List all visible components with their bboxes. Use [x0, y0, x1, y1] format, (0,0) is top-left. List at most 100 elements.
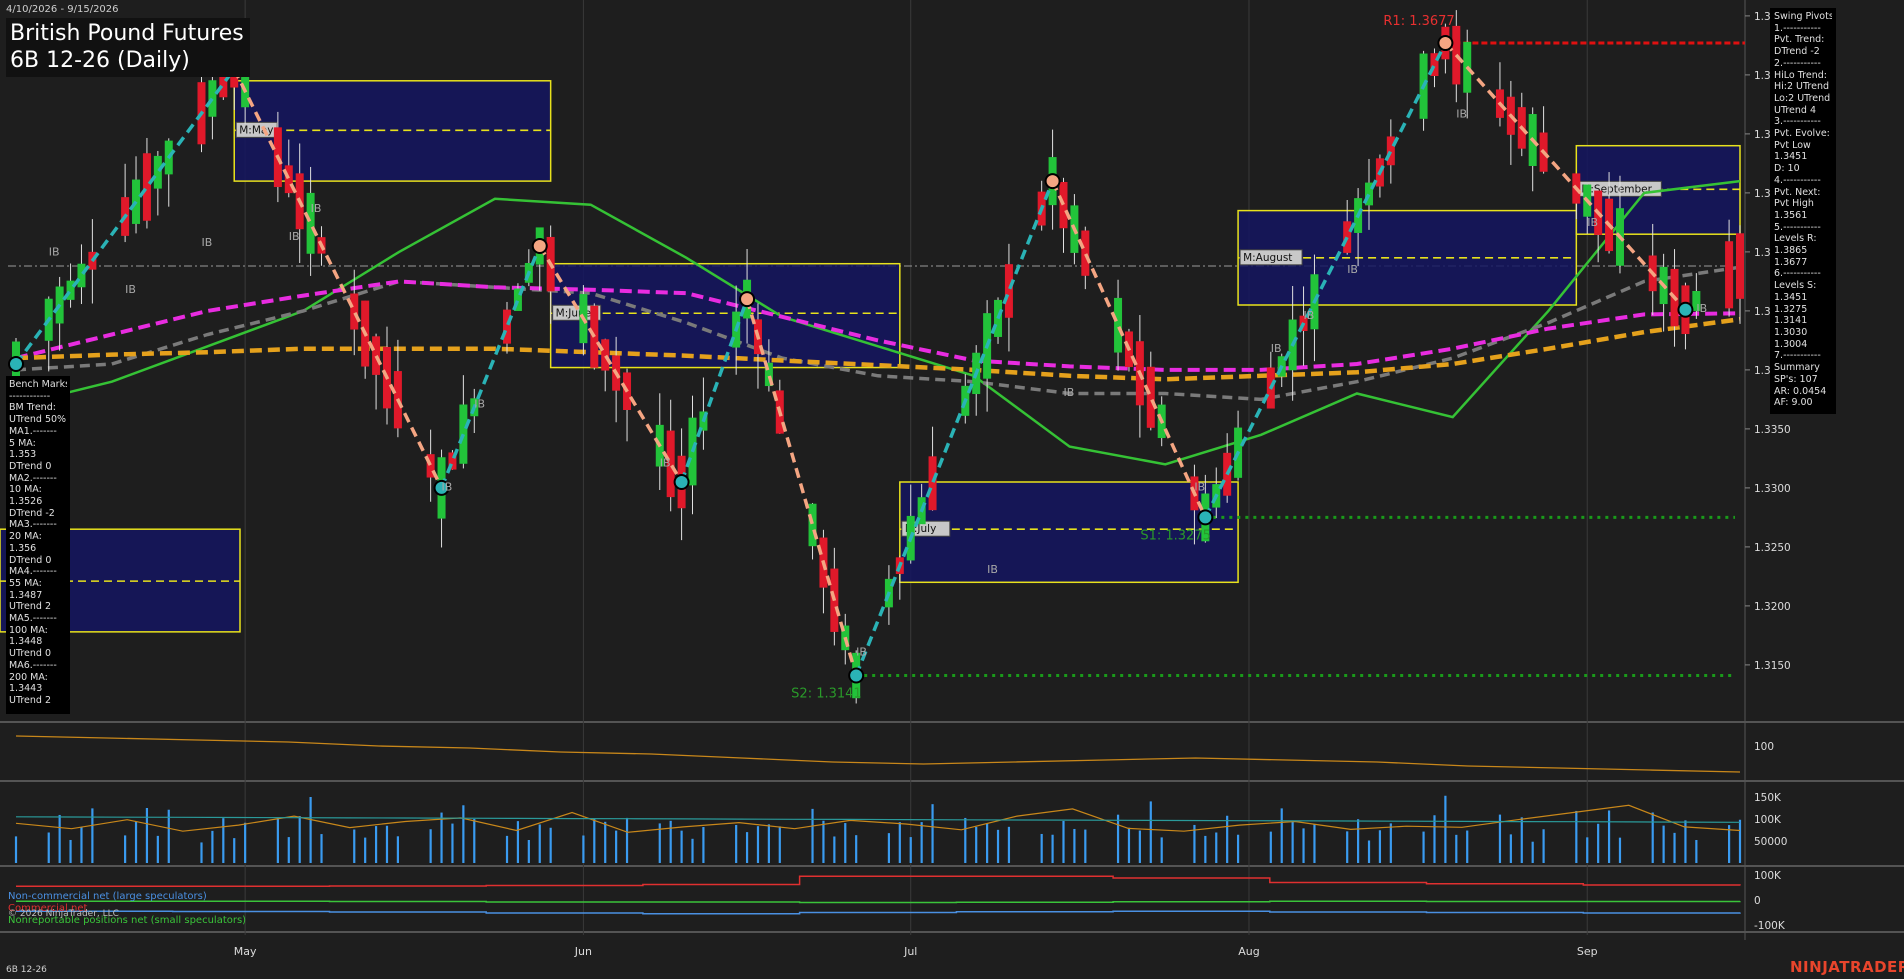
oscillator-tick-label: 100	[1754, 741, 1774, 753]
benchmark-line: MA2.-------	[9, 472, 57, 484]
month-box-label: M:August	[1243, 252, 1292, 264]
benchmark-line: UTrend 2	[9, 694, 52, 706]
candle-body	[1386, 136, 1395, 166]
ib-marker: IB	[1347, 263, 1358, 276]
candle-body	[1081, 230, 1090, 276]
copyright: © 2026 NinjaTrader, LLC	[8, 909, 119, 919]
candle-body	[1059, 181, 1068, 229]
benchmark-line: DTrend 0	[9, 460, 52, 472]
swing-pivot-point	[1677, 301, 1694, 318]
swing-pivot-line: Levels R:	[1774, 233, 1817, 245]
cot-tick-label: 100K	[1754, 870, 1782, 882]
ib-marker: IB	[201, 236, 212, 249]
swing-pivot-line: Pvt. Next:	[1774, 186, 1821, 198]
swing-pivot-line: 3.-----------	[1774, 116, 1821, 128]
candle-body	[142, 153, 151, 221]
ib-marker: IB	[1696, 302, 1707, 315]
ib-marker: IB	[311, 202, 322, 215]
swing-pivot-line: 2.-----------	[1774, 57, 1821, 69]
benchmark-line: 55 MA:	[9, 577, 42, 589]
benchmark-line: MA1.-------	[9, 425, 57, 437]
x-axis: May Jun Jul Aug Sep	[234, 945, 1598, 958]
candle-body	[153, 155, 162, 189]
benchmark-line: MA3.-------	[9, 519, 57, 531]
ib-marker: IB	[856, 645, 867, 658]
benchmark-line: 200 MA:	[9, 671, 48, 683]
swing-pivot-point	[1197, 509, 1214, 526]
swing-pivot-line: Summary	[1774, 362, 1820, 374]
candle-body	[208, 80, 217, 117]
y-tick-label: 1.3300	[1754, 483, 1791, 495]
benchmark-line: MA6.-------	[9, 659, 57, 671]
instrument-name: British Pound Futures	[10, 21, 244, 46]
benchmark-line: ------------	[9, 390, 51, 402]
swing-pivot-line: 1.3141	[1774, 315, 1808, 327]
swing-pivot-line: 1.3030	[1774, 326, 1808, 338]
candle-body	[601, 339, 610, 371]
benchmark-line: 1.3526	[9, 496, 43, 508]
candle-body	[928, 456, 937, 511]
swing-pivot-line: 1.3561	[1774, 209, 1808, 221]
swing-pivot-point	[531, 238, 548, 254]
swing-pivot-line: D: 10	[1774, 163, 1800, 175]
swing-pivot-line: AF: 9.00	[1774, 397, 1813, 409]
candle-body	[350, 293, 359, 330]
benchmark-line: 1.353	[9, 449, 37, 461]
ib-marker: IB	[125, 283, 136, 296]
swing-pivot-line: Levels S:	[1774, 280, 1817, 292]
swing-pivot-line: Pvt High	[1774, 198, 1814, 210]
swing-pivot-line: Lo:2 UTrend	[1774, 92, 1831, 104]
chart-title: British Pound Futures 6B 12-26 (Daily)	[6, 18, 250, 77]
swing-pivot-segment	[1050, 180, 1207, 519]
candle-body	[1114, 297, 1123, 353]
benchmark-line: 100 MA:	[9, 624, 48, 636]
ib-marker: IB	[1456, 107, 1467, 120]
swing-pivot-line: Pvt. Evolve:	[1774, 128, 1830, 140]
swing-pivot-line: SP's: 107	[1774, 373, 1818, 385]
benchmark-line: DTrend 0	[9, 554, 52, 566]
ib-marker: IB	[289, 230, 300, 243]
benchmark-line: UTrend 2	[9, 601, 52, 613]
benchmark-line: MA4.-------	[9, 566, 57, 578]
x-tick-label: Aug	[1238, 945, 1259, 958]
footer-symbol: 6B 12-26	[6, 965, 47, 975]
cot-series-line	[16, 875, 1741, 888]
swing-pivot-point	[848, 667, 865, 684]
swing-pivot-line: 6.-----------	[1774, 268, 1821, 280]
swing-pivot-line: 1.-----------	[1774, 22, 1821, 34]
cot-tick-label: -100K	[1754, 920, 1786, 932]
benchmark-line: BM Trend:	[9, 402, 56, 414]
candle-body	[1004, 264, 1013, 318]
x-tick-label: Jul	[903, 945, 917, 958]
benchmark-line: 1.3443	[9, 683, 43, 695]
contract-label: 6B 12-26 (Daily)	[10, 48, 190, 73]
swing-pivot-line: Swing Pivots	[1774, 11, 1832, 22]
x-tick-label: Sep	[1577, 945, 1598, 958]
volume-panel: 150K 100K 50000	[14, 792, 1787, 863]
swing-pivot-line: DTrend -2	[1774, 46, 1820, 58]
oscillator-panel: 100	[15, 735, 1774, 773]
ib-marker: IB	[987, 563, 998, 576]
cot-series-line	[16, 900, 1741, 904]
candle-body	[66, 280, 75, 300]
benchmark-line: 5 MA:	[9, 437, 36, 449]
price-chart[interactable]: M:MayM:JuneM:JulyM:AugustM:September R1:…	[0, 0, 1904, 979]
candle-body	[1146, 366, 1155, 428]
candle-body	[77, 263, 86, 288]
cot-tick-label: 0	[1754, 895, 1761, 907]
benchmark-line: 1.356	[9, 542, 37, 554]
benchmark-line: 20 MA:	[9, 531, 42, 543]
y-tick-label: 1.3350	[1754, 424, 1791, 436]
candle-body	[459, 404, 468, 464]
s1-label: S1: 1.3275	[1140, 528, 1211, 543]
s2-label: S2: 1.3141	[791, 687, 862, 702]
volume-average-line	[15, 804, 1741, 833]
benchmark-line: 1.3487	[9, 589, 43, 601]
swing-pivot-point	[1044, 173, 1061, 190]
benchmark-line: UTrend 0	[9, 648, 52, 660]
month-boxes: M:MayM:JuneM:JulyM:AugustM:September	[0, 80, 1741, 633]
candle-body	[284, 165, 293, 194]
benchmark-line: MA5.-------	[9, 613, 57, 625]
swing-pivot-line: Pvt. Trend:	[1774, 34, 1825, 46]
cot-series-line	[16, 910, 1741, 915]
